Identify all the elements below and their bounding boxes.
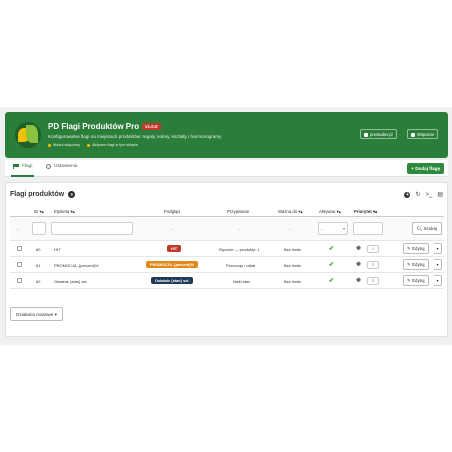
row-actions-dropdown[interactable]: ▾ [434,275,442,286]
row-valid-to: Bez limitu [284,263,302,268]
filter-row: -- -- -- -- -- ▾ 🔍︎ Szukaj [10,217,444,241]
priority-value: 1 [367,245,379,253]
refresh-icon[interactable]: ↻ [415,192,420,198]
row-assignment: Ręcznie — produkty: 1 [219,247,260,252]
column-label[interactable]: Etykieta ▾▴ [54,209,75,215]
status-flag-enabled: Moduł włączony [48,143,80,147]
priority-value: 2 [367,261,379,269]
flag-preview: PROMOCJA -{percent}% [146,261,199,268]
flags-panel: Flagi produktów 3 + ↻ >_ ▤ ID ▾▴ Etykiet… [5,182,448,337]
module-logo [15,122,41,148]
module-header-banner: PD Flagi Produktów Pro v1.0.0 Konfigurow… [5,112,448,158]
filter-priority-input[interactable] [353,222,383,235]
panel-tools: + ↻ >_ ▤ [404,192,443,198]
count-badge: 3 [68,191,76,198]
filter-valid-dash: -- [289,226,292,231]
filter-label-input[interactable] [51,222,133,235]
sql-icon[interactable]: >_ [425,192,432,198]
row-label: PROMOCJA -{percent}% [54,263,99,268]
gear-icon [46,164,51,169]
filter-id-input[interactable] [32,222,46,235]
edit-button[interactable]: ✎ Edytuj [403,243,429,254]
edit-button[interactable]: ✎ Edytuj [403,275,429,286]
drag-handle-icon[interactable]: ✥ [356,277,361,284]
column-active[interactable]: Aktywna ▾▴ [319,209,341,215]
filter-assignment-dash: -- [238,226,241,231]
search-icon: 🔍︎ [416,226,423,231]
row-label: Ostatnie {stan} szt. [54,279,88,284]
flags-table: ID ▾▴ Etykieta ▾▴ Podgląd Przypisanie Wa… [10,206,444,289]
website-link-button[interactable]: prestadev.pl [360,129,397,139]
active-check-icon[interactable]: ✔ [329,261,334,268]
database-icon[interactable]: ▤ [437,192,443,198]
filter-preview-dash: -- [170,226,173,231]
search-button[interactable]: 🔍︎ Szukaj [411,222,442,235]
column-valid-to[interactable]: Ważna do ▾▴ [278,209,303,215]
flag-icon [13,164,19,169]
filter-select-dash: -- [16,226,19,231]
table-row: 60 HIT HIT Ręcznie — produkty: 1 Bez lim… [10,241,444,257]
active-check-icon[interactable]: ✔ [329,245,334,252]
column-id[interactable]: ID ▾▴ [34,209,44,215]
flag-preview: Ostatnie {stan} szt. [151,277,194,284]
page-canvas: PD Flagi Produktów Pro v1.0.0 Konfigurow… [0,0,452,452]
row-label: HIT [54,247,61,252]
module-status-flags: Moduł włączony Aktywne flagi w tym sklep… [48,143,138,147]
flag-preview: HIT [167,245,182,252]
row-actions-dropdown[interactable]: ▾ [434,243,442,254]
priority-value: 3 [367,277,379,285]
module-description: Konfigurowalne flagi na miejscach produk… [48,134,222,139]
tabs-bar: Flagi Ustawienia + Dodaj flagę [5,160,448,177]
column-preview: Podgląd [164,209,180,214]
bulk-actions-button[interactable]: Działania masowe ▾ [10,307,63,321]
row-id: 60 [36,247,41,252]
support-icon [411,132,415,137]
row-checkbox[interactable] [17,278,22,283]
column-assignment: Przypisanie [227,209,250,214]
row-valid-to: Bez limitu [284,247,302,252]
edit-button[interactable]: ✎ Edytuj [403,259,429,270]
drag-handle-icon[interactable]: ✥ [356,261,361,268]
active-check-icon[interactable]: ✔ [329,277,334,284]
row-checkbox[interactable] [17,246,22,251]
table-row: 61 PROMOCJA -{percent}% PROMOCJA -{perce… [10,257,444,273]
filter-active-select[interactable]: -- ▾ [318,222,348,235]
support-link-button[interactable]: Wsparcie [407,129,439,139]
globe-icon [364,132,368,137]
drag-handle-icon[interactable]: ✥ [356,245,361,252]
row-checkbox[interactable] [17,262,22,267]
status-flag-active: Aktywne flagi w tym sklepie [87,143,138,147]
add-flag-button[interactable]: + Dodaj flagę [407,163,444,174]
row-valid-to: Bez limitu [284,279,302,284]
panel-title: Flagi produktów 3 [10,191,76,198]
version-badge: v1.0.0 [142,123,161,130]
row-id: 61 [36,263,41,268]
add-icon[interactable]: + [404,192,411,198]
row-id: 62 [36,279,41,284]
table-row: 62 Ostatnie {stan} szt. Ostatnie {stan} … [10,273,444,289]
row-assignment: Promocja / rabat [226,263,256,268]
row-assignment: Niski stan [233,279,251,284]
table-header: ID ▾▴ Etykieta ▾▴ Podgląd Przypisanie Wa… [10,206,444,217]
column-priority[interactable]: Priorytet ▾▴ [354,209,377,215]
tab-flags[interactable]: Flagi [10,164,35,177]
caret-down-icon: ▾ [54,312,57,317]
module-title: PD Flagi Produktów Pro [48,122,140,131]
tab-settings[interactable]: Ustawienia [46,164,77,169]
row-actions-dropdown[interactable]: ▾ [434,259,442,270]
